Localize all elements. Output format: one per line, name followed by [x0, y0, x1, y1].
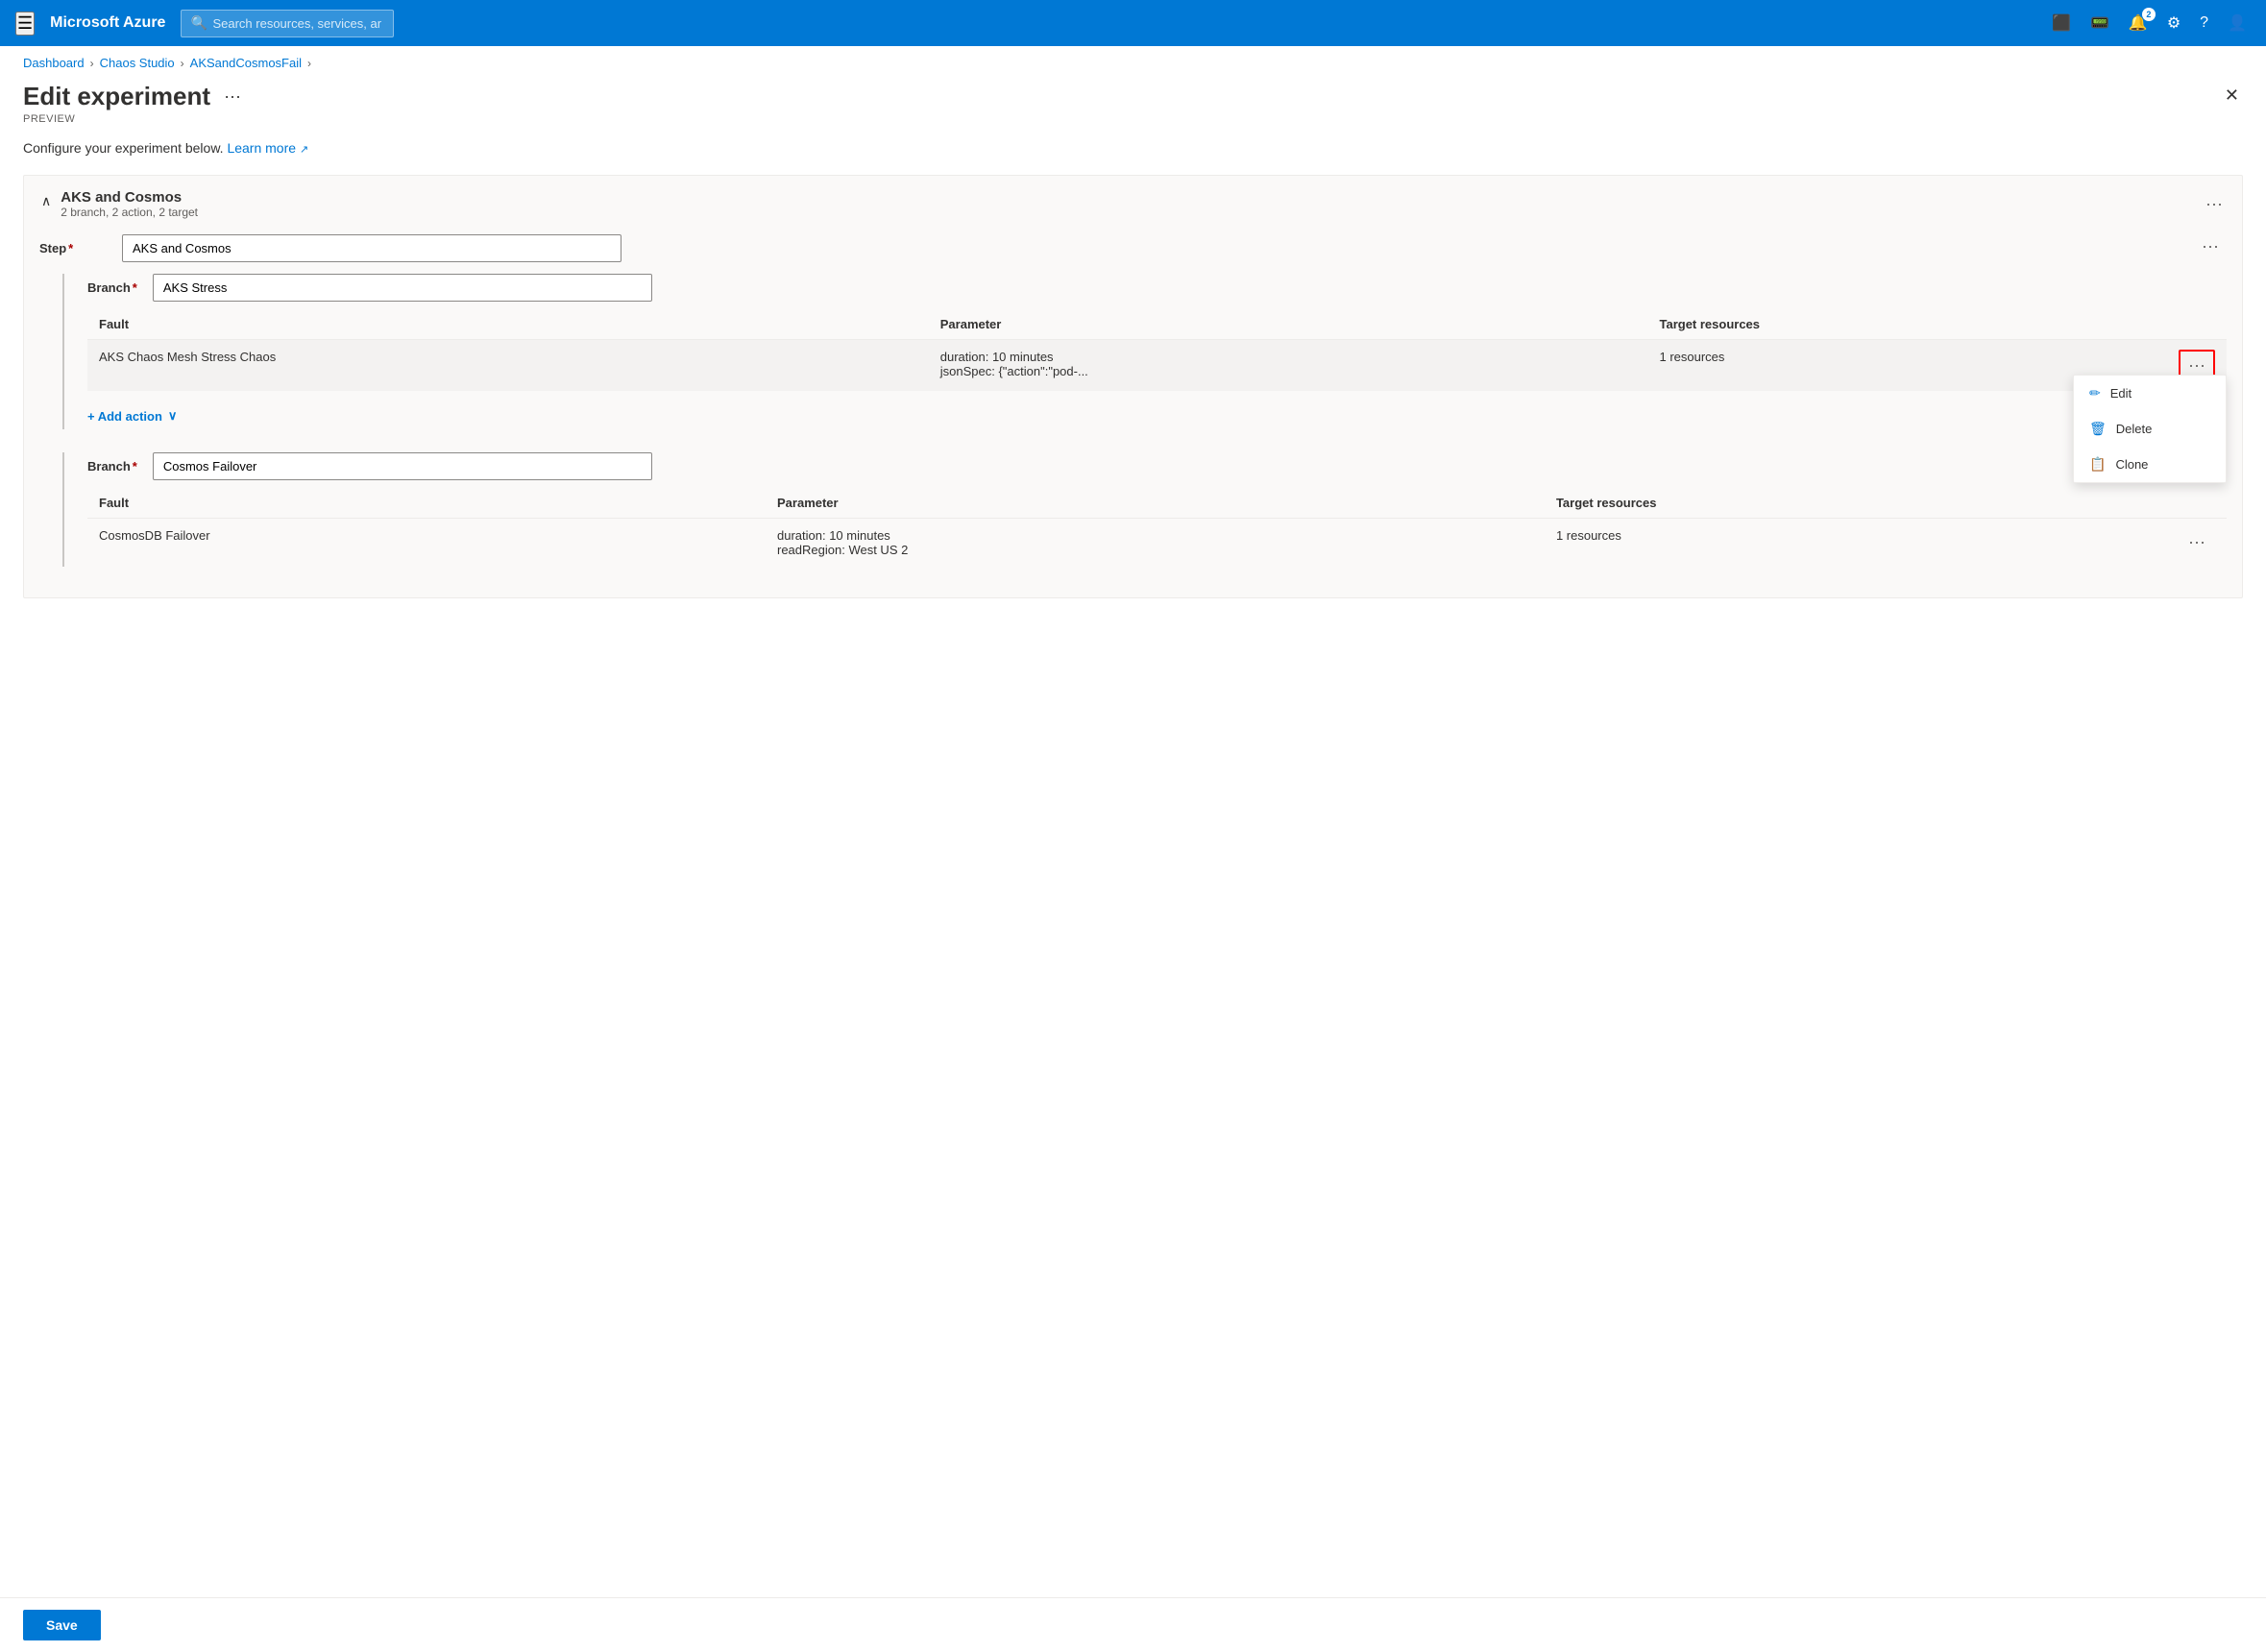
branch2-more-button[interactable]: ···: [2181, 528, 2213, 556]
fault-col-header-2: Fault: [87, 488, 766, 519]
terminal-icon-btn[interactable]: ⬛: [2048, 10, 2075, 36]
delete-label: Delete: [2116, 422, 2153, 436]
breadcrumb: Dashboard › Chaos Studio › AKSandCosmosF…: [0, 46, 2266, 74]
branch2-block: Branch * Fault Parameter Target resource…: [62, 452, 2227, 567]
edit-label: Edit: [2110, 386, 2132, 401]
add-action-button[interactable]: + Add action ∨: [87, 402, 177, 429]
breadcrumb-dashboard[interactable]: Dashboard: [23, 56, 85, 70]
dropdown-chevron-icon: ∨: [168, 408, 178, 424]
hamburger-icon[interactable]: ☰: [15, 12, 35, 36]
branch2-required: *: [133, 459, 137, 474]
branch1-fault-name: AKS Chaos Mesh Stress Chaos: [87, 340, 929, 392]
breadcrumb-sep-2: ›: [181, 57, 184, 70]
dropdown-clone-item[interactable]: 📋 Clone: [2074, 447, 2226, 482]
form-area: Step * ··· Branch *: [24, 227, 2242, 597]
step-more-button[interactable]: ···: [2194, 232, 2227, 260]
page-title-area: Edit experiment ··· PREVIEW: [23, 82, 245, 125]
branch1-label-row: Branch *: [87, 274, 2227, 302]
save-button[interactable]: Save: [23, 1610, 101, 1640]
search-input[interactable]: [181, 10, 394, 37]
branch1-block: Branch * Fault Parameter Target resource…: [62, 274, 2227, 429]
page-subtitle: PREVIEW: [23, 113, 245, 125]
page-title: Edit experiment: [23, 82, 210, 111]
clone-label: Clone: [2115, 457, 2148, 472]
notification-icon-btn[interactable]: 🔔 2: [2125, 10, 2152, 36]
param-col-header: Parameter: [929, 309, 1648, 340]
panel-title: AKS and Cosmos: [61, 189, 198, 206]
save-bar: Save: [0, 1597, 2266, 1652]
branch2-fault-name: CosmosDB Failover: [87, 519, 766, 568]
dropdown-delete-item[interactable]: 🗑 Delete: [2074, 411, 2226, 447]
experiment-panel: ∧ AKS and Cosmos 2 branch, 2 action, 2 t…: [23, 175, 2243, 598]
branch2-fault-row: CosmosDB Failover duration: 10 minutes r…: [87, 519, 2227, 568]
dropdown-edit-item[interactable]: ✏ Edit: [2074, 376, 2226, 411]
branch1-label: Branch *: [87, 280, 137, 295]
collapse-button[interactable]: ∧: [39, 191, 53, 211]
branch2-label-row: Branch *: [87, 452, 2227, 480]
target-col-header-2: Target resources: [1545, 488, 2169, 519]
breadcrumb-sep-1: ›: [90, 57, 94, 70]
help-icon-btn[interactable]: ?: [2196, 11, 2212, 36]
edit-icon: ✏: [2089, 385, 2101, 401]
panel-title-area: AKS and Cosmos 2 branch, 2 action, 2 tar…: [61, 189, 198, 219]
configure-text: Configure your experiment below. Learn m…: [23, 140, 2243, 156]
close-button[interactable]: ✕: [2221, 82, 2243, 109]
branch2-actions-cell: ···: [2169, 519, 2227, 568]
cloud-shell-icon-btn[interactable]: 📟: [2086, 10, 2113, 36]
step-input[interactable]: [122, 234, 621, 262]
branch1-fault-params: duration: 10 minutes jsonSpec: {"action"…: [929, 340, 1648, 392]
learn-more-link[interactable]: Learn more ↗: [227, 140, 308, 156]
page-more-button[interactable]: ···: [220, 83, 245, 110]
step-required: *: [68, 241, 73, 255]
step-more-area: ···: [2194, 232, 2227, 260]
branch1-fault-row: AKS Chaos Mesh Stress Chaos duration: 10…: [87, 340, 2227, 392]
target-col-header: Target resources: [1647, 309, 2167, 340]
panel-header: ∧ AKS and Cosmos 2 branch, 2 action, 2 t…: [24, 176, 2242, 227]
branch1-actions-cell: ··· ✏ Edit 🗑 Delete: [2167, 340, 2227, 392]
branch1-fault-table: Fault Parameter Target resources AKS Cha…: [87, 309, 2227, 391]
panel-more-button[interactable]: ···: [2202, 190, 2227, 218]
brand-logo: Microsoft Azure: [50, 14, 165, 32]
panel-header-left: ∧ AKS and Cosmos 2 branch, 2 action, 2 t…: [39, 189, 198, 219]
branch2-table-header: Fault Parameter Target resources: [87, 488, 2227, 519]
branch1-table-header: Fault Parameter Target resources: [87, 309, 2227, 340]
panel-subtitle: 2 branch, 2 action, 2 target: [61, 206, 198, 219]
main-content: Configure your experiment below. Learn m…: [0, 140, 2266, 683]
branch1-input[interactable]: [153, 274, 652, 302]
notification-badge: 2: [2142, 8, 2156, 21]
settings-icon-btn[interactable]: ⚙: [2163, 10, 2184, 36]
branch2-input[interactable]: [153, 452, 652, 480]
branch2-fault-table: Fault Parameter Target resources CosmosD…: [87, 488, 2227, 567]
clone-icon: 📋: [2089, 456, 2106, 473]
branch2-label: Branch *: [87, 459, 137, 474]
account-icon-btn[interactable]: 👤: [2224, 10, 2251, 36]
param-col-header-2: Parameter: [766, 488, 1545, 519]
step-row-outer: Step * ···: [39, 234, 2227, 262]
breadcrumb-experiment[interactable]: AKSandCosmosFail: [190, 56, 302, 70]
topbar-icons: ⬛ 📟 🔔 2 ⚙ ? 👤: [2048, 10, 2251, 36]
branch2-fault-targets: 1 resources: [1545, 519, 2169, 568]
branch1-required: *: [133, 280, 137, 295]
branch2-fault-params: duration: 10 minutes readRegion: West US…: [766, 519, 1545, 568]
breadcrumb-chaos-studio[interactable]: Chaos Studio: [100, 56, 175, 70]
step-form-row: Step *: [39, 234, 2227, 262]
step-label: Step *: [39, 241, 107, 255]
topbar: ☰ Microsoft Azure 🔍 ⬛ 📟 🔔 2 ⚙ ? 👤: [0, 0, 2266, 46]
branch1-dropdown-menu: ✏ Edit 🗑 Delete 📋 Clon: [2073, 375, 2227, 483]
page-header: Edit experiment ··· PREVIEW ✕: [0, 74, 2266, 140]
delete-icon: 🗑: [2089, 421, 2107, 437]
fault-col-header: Fault: [87, 309, 929, 340]
breadcrumb-sep-3: ›: [307, 57, 311, 70]
search-wrapper: 🔍: [181, 10, 757, 37]
add-action-label: + Add action: [87, 409, 162, 424]
